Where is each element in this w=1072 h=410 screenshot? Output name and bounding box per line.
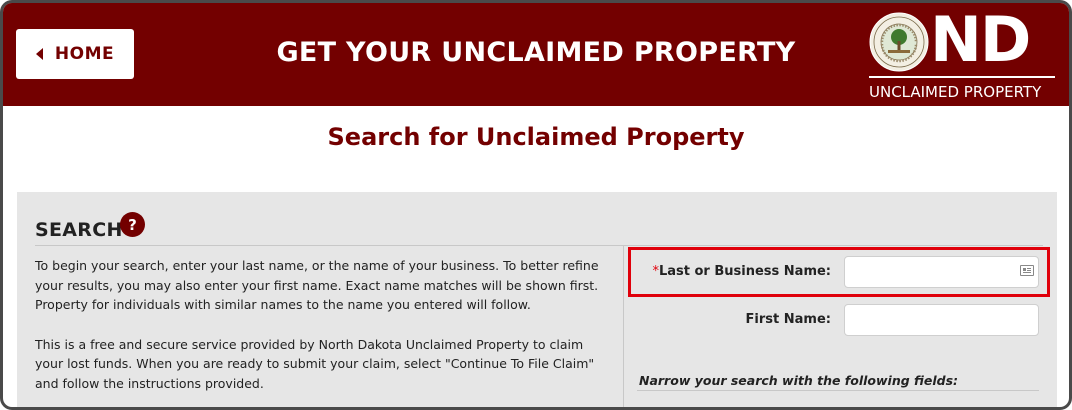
logo-letters: ND [930,3,1031,76]
last-name-label-text: Last or Business Name: [658,264,831,279]
narrow-divider [637,390,1039,391]
contact-card-icon [1020,265,1034,276]
logo-divider [869,76,1055,78]
page-title: Search for Unclaimed Property [327,123,745,151]
state-seal-icon [869,12,929,72]
last-name-label: *Last or Business Name: [637,264,831,279]
search-instructions: To begin your search, enter your last na… [35,256,615,393]
first-name-label: First Name: [745,312,831,327]
service-paragraph: This is a free and secure service provid… [35,336,595,391]
search-section-title: SEARCH [35,219,123,241]
help-icon[interactable]: ? [120,212,145,237]
logo-subtitle: UNCLAIMED PROPERTY [869,83,1042,101]
section-divider [35,245,1043,246]
last-name-input[interactable] [844,256,1039,288]
browser-frame: HOME GET YOUR UNCLAIMED PROPERTY ND UNCL… [0,0,1072,410]
column-divider [623,245,624,407]
narrow-search-label: Narrow your search with the following fi… [639,373,959,388]
first-name-input[interactable] [844,304,1039,336]
site-header: HOME GET YOUR UNCLAIMED PROPERTY ND UNCL… [3,3,1069,106]
instructions-paragraph: To begin your search, enter your last na… [35,258,599,312]
search-panel: SEARCH ? To begin your search, enter you… [17,192,1057,407]
